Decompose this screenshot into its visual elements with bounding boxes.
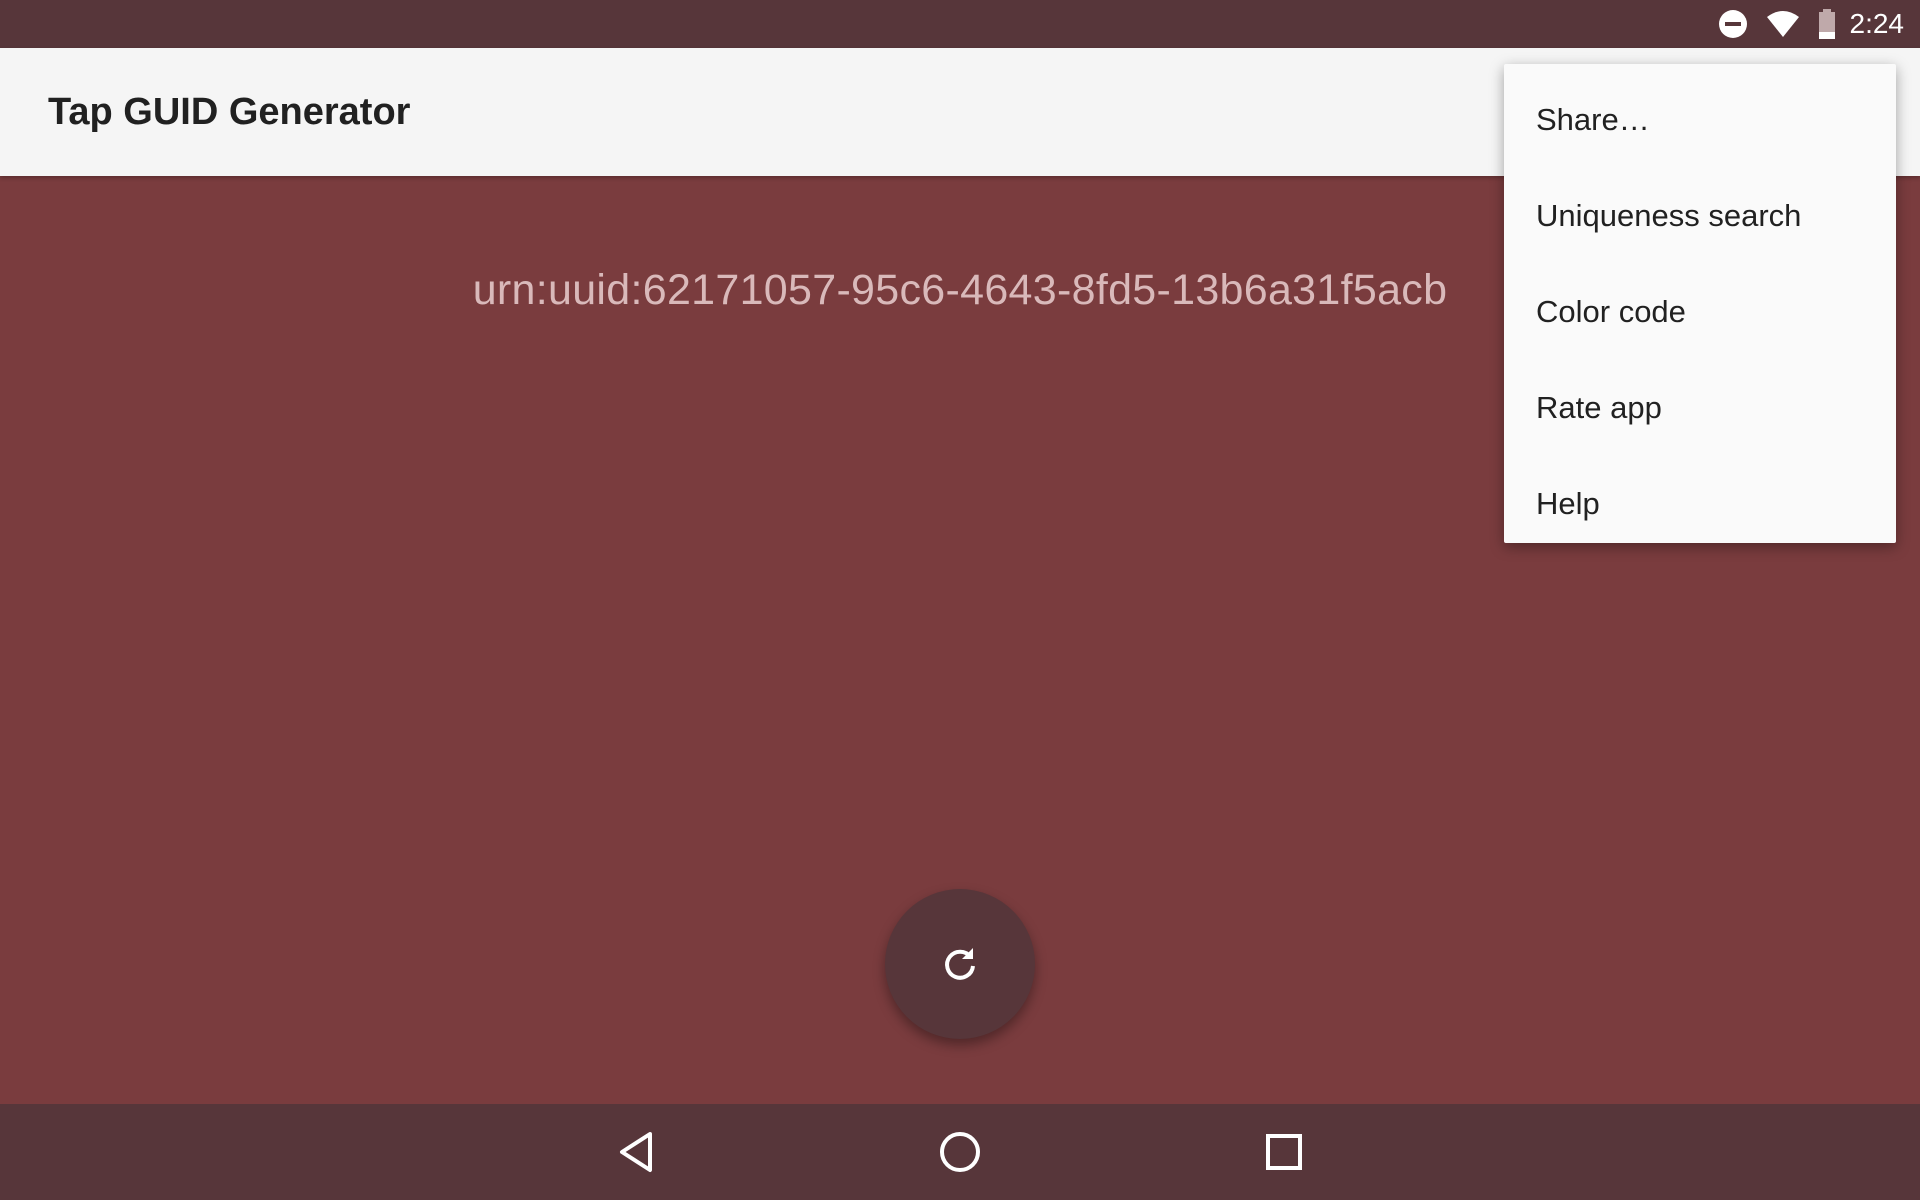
status-time: 2:24 <box>1849 8 1905 39</box>
do-not-disturb-icon <box>1718 9 1748 39</box>
refresh-button[interactable] <box>885 889 1035 1039</box>
wifi-icon <box>1766 10 1800 38</box>
navigation-bar <box>0 1104 1920 1200</box>
menu-item-color-code[interactable]: Color code <box>1504 264 1896 360</box>
refresh-icon <box>940 944 980 984</box>
status-bar: 2:24 <box>0 0 1920 48</box>
menu-item-rate-app[interactable]: Rate app <box>1504 360 1896 456</box>
home-icon <box>939 1131 981 1173</box>
overflow-menu: Share… Uniqueness search Color code Rate… <box>1504 64 1896 543</box>
screen: 2:24 Tap GUID Generator urn:uuid:6217105… <box>0 0 1920 1200</box>
app-title: Tap GUID Generator <box>48 90 411 133</box>
menu-item-share[interactable]: Share… <box>1504 72 1896 168</box>
home-button[interactable] <box>912 1104 1008 1200</box>
menu-item-uniqueness-search[interactable]: Uniqueness search <box>1504 168 1896 264</box>
battery-icon <box>1818 9 1836 39</box>
recents-icon <box>1266 1134 1302 1170</box>
menu-item-help[interactable]: Help <box>1504 456 1896 552</box>
back-icon <box>616 1130 656 1174</box>
recents-button[interactable] <box>1236 1104 1332 1200</box>
back-button[interactable] <box>588 1104 684 1200</box>
